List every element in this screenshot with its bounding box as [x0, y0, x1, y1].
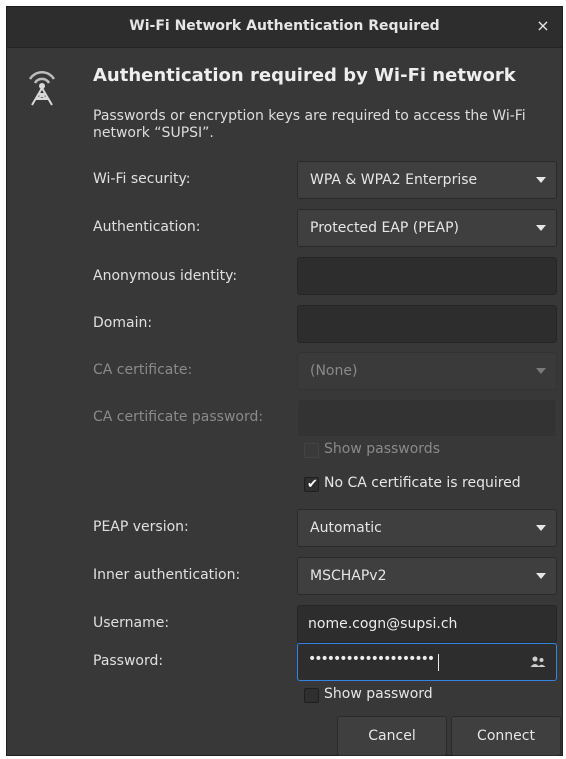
peap-version-combo[interactable]: Automatic — [297, 509, 557, 547]
chevron-down-icon — [536, 177, 546, 183]
domain-input[interactable] — [297, 305, 557, 343]
show-passwords-checkbox[interactable] — [304, 443, 319, 458]
wifi-security-label: Wi-Fi security: — [93, 171, 191, 187]
chevron-down-icon — [536, 573, 546, 579]
show-password-checkbox[interactable] — [304, 688, 319, 703]
peap-version-value: Automatic — [310, 520, 382, 536]
inner-authentication-label: Inner authentication: — [93, 567, 241, 583]
password-label: Password: — [93, 653, 164, 669]
ca-certificate-label: CA certificate: — [93, 362, 193, 378]
close-button[interactable]: × — [532, 15, 554, 37]
domain-label: Domain: — [93, 315, 153, 331]
wifi-tower-icon — [28, 70, 56, 106]
anonymous-identity-input[interactable] — [297, 257, 557, 295]
inner-authentication-value: MSCHAPv2 — [310, 568, 387, 584]
username-label: Username: — [93, 615, 170, 631]
dialog-window: Wi-Fi Network Authentication Required × … — [6, 6, 563, 756]
ca-certificate-password-input[interactable] — [297, 399, 557, 437]
username-input[interactable]: nome.cogn@supsi.ch — [297, 605, 557, 643]
user-menu-icon[interactable] — [530, 655, 546, 669]
chevron-down-icon — [536, 225, 546, 231]
ca-certificate-value: (None) — [310, 363, 358, 379]
authentication-value: Protected EAP (PEAP) — [310, 220, 459, 236]
checkmark-icon: ✔ — [307, 477, 318, 492]
peap-version-label: PEAP version: — [93, 519, 189, 535]
chevron-down-icon — [536, 525, 546, 531]
no-ca-certificate-checkbox[interactable]: ✔ — [304, 477, 319, 492]
anonymous-identity-label: Anonymous identity: — [93, 268, 238, 284]
cancel-button[interactable]: Cancel — [337, 716, 447, 756]
titlebar[interactable]: Wi-Fi Network Authentication Required × — [7, 7, 562, 48]
ca-certificate-combo[interactable]: (None) — [297, 352, 557, 390]
show-password-label: Show password — [324, 686, 433, 702]
password-value: •••••••••••••••••••• — [308, 651, 435, 667]
wifi-security-combo[interactable]: WPA & WPA2 Enterprise — [297, 161, 557, 199]
window-title: Wi-Fi Network Authentication Required — [129, 18, 440, 34]
authentication-label: Authentication: — [93, 219, 201, 235]
username-value: nome.cogn@supsi.ch — [308, 616, 458, 632]
chevron-down-icon — [536, 368, 546, 374]
wifi-security-value: WPA & WPA2 Enterprise — [310, 172, 478, 188]
authentication-combo[interactable]: Protected EAP (PEAP) — [297, 209, 557, 247]
text-cursor — [438, 654, 439, 671]
dialog-heading: Authentication required by Wi-Fi network — [93, 65, 516, 86]
show-passwords-label: Show passwords — [324, 441, 440, 457]
dialog-description: Passwords or encryption keys are require… — [93, 108, 526, 141]
inner-authentication-combo[interactable]: MSCHAPv2 — [297, 557, 557, 595]
close-icon: × — [536, 16, 550, 35]
password-input[interactable]: •••••••••••••••••••• — [297, 643, 557, 681]
connect-button[interactable]: Connect — [451, 716, 561, 756]
ca-certificate-password-label: CA certificate password: — [93, 409, 264, 425]
no-ca-certificate-label: No CA certificate is required — [324, 475, 521, 491]
